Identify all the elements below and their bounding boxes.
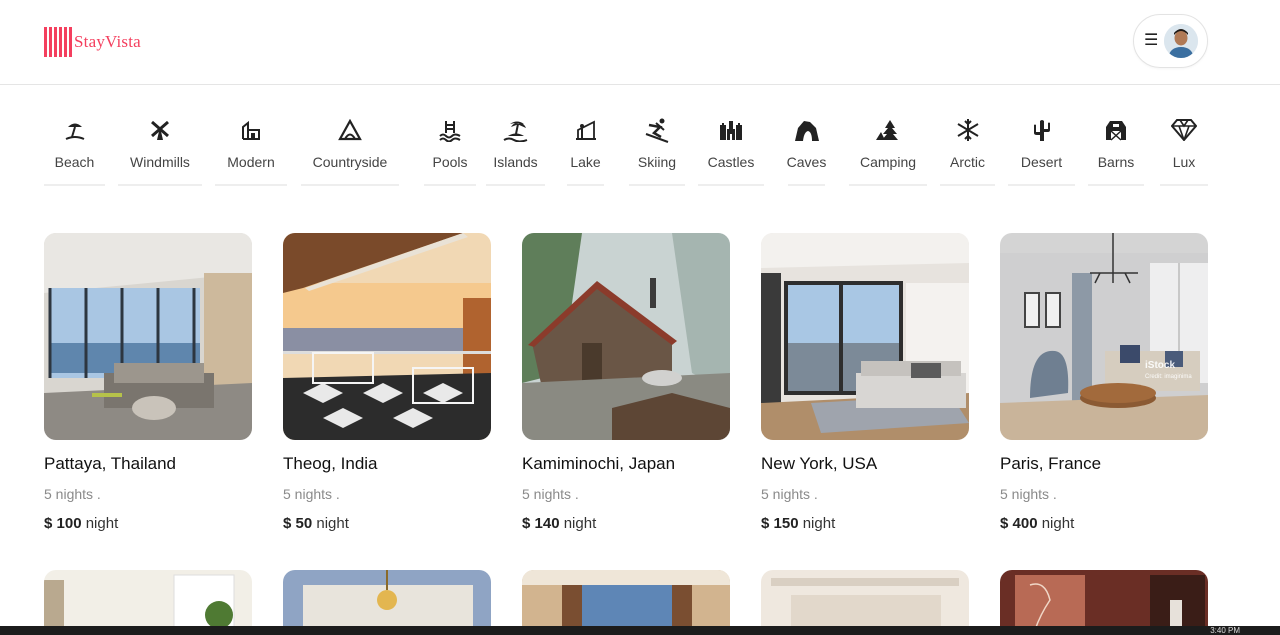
price-amount: $ 400 bbox=[1000, 515, 1038, 532]
listing-card[interactable]: iStock Credit: imaginima Paris, France 5… bbox=[1000, 233, 1208, 532]
listing-location: Pattaya, Thailand bbox=[44, 454, 176, 473]
lake-icon bbox=[574, 116, 598, 144]
listing-card[interactable]: Kamiminochi, Japan 5 nights . $ 140 nigh… bbox=[522, 233, 730, 532]
user-avatar bbox=[1164, 24, 1198, 58]
listing-photo[interactable] bbox=[761, 570, 969, 630]
logo-mark bbox=[44, 27, 72, 57]
category-modern[interactable]: Modern bbox=[215, 116, 287, 186]
listing-photo[interactable] bbox=[522, 570, 730, 630]
category-camping[interactable]: Camping bbox=[849, 116, 927, 186]
category-label: Arctic bbox=[950, 154, 985, 170]
category-label: Modern bbox=[227, 154, 275, 170]
listing-price: $ 50 night bbox=[283, 515, 491, 532]
category-countryside[interactable]: Countryside bbox=[301, 116, 399, 186]
listing-nights: 5 nights . bbox=[1000, 486, 1057, 502]
category-lux[interactable]: Lux bbox=[1160, 116, 1208, 186]
watermark-title: iStock bbox=[1145, 360, 1176, 371]
taskbar-clock: 3:40 PM bbox=[1210, 626, 1240, 635]
category-windmills[interactable]: Windmills bbox=[118, 116, 202, 186]
listing-photo[interactable] bbox=[761, 233, 969, 440]
listing-photo[interactable]: iStock Credit: imaginima bbox=[1000, 233, 1208, 440]
category-label: Lake bbox=[570, 154, 601, 170]
cave-icon bbox=[794, 116, 820, 144]
category-label: Countryside bbox=[312, 154, 388, 170]
price-amount: $ 100 bbox=[44, 515, 82, 532]
category-caves[interactable]: Caves bbox=[786, 116, 827, 186]
category-islands[interactable]: Islands bbox=[486, 116, 545, 186]
istock-watermark: iStock Credit: imaginima bbox=[1145, 361, 1192, 382]
logo-text: StayVista bbox=[74, 32, 141, 51]
listing-photo[interactable] bbox=[283, 233, 491, 440]
listing-photo[interactable] bbox=[1000, 570, 1208, 630]
os-taskbar: 3:40 PM bbox=[0, 626, 1280, 635]
castle-icon bbox=[718, 116, 744, 144]
snowflake-icon bbox=[956, 116, 980, 144]
category-desert[interactable]: Desert bbox=[1008, 116, 1075, 186]
hamburger-icon: ☰ bbox=[1144, 32, 1159, 49]
skiing-icon bbox=[644, 116, 670, 144]
listing-nights: 5 nights . bbox=[761, 486, 818, 502]
listing-location: Paris, France bbox=[1000, 454, 1102, 473]
island-icon bbox=[502, 116, 529, 144]
category-pools[interactable]: Pools bbox=[424, 116, 476, 186]
listing-photo[interactable] bbox=[283, 570, 491, 630]
listing-location: New York, USA bbox=[761, 454, 878, 473]
price-unit: night bbox=[1041, 515, 1075, 532]
cactus-icon bbox=[1031, 116, 1053, 144]
category-label: Castles bbox=[707, 154, 755, 170]
top-header: StayVista ☰ bbox=[0, 0, 1280, 85]
listing-price: $ 140 night bbox=[522, 515, 730, 532]
listing-card[interactable]: Theog, India 5 nights . $ 50 night bbox=[283, 233, 491, 532]
listing-card[interactable]: New York, USA 5 nights . $ 150 night bbox=[761, 233, 969, 532]
listing-photo[interactable] bbox=[44, 570, 252, 630]
pool-icon bbox=[438, 116, 462, 144]
listing-price: $ 400 night bbox=[1000, 515, 1208, 532]
category-label: Barns bbox=[1097, 154, 1135, 170]
stayvista-logo[interactable]: StayVista bbox=[44, 27, 141, 57]
listing-card[interactable]: Pattaya, Thailand 5 nights . $ 100 night bbox=[44, 233, 252, 532]
modern-house-icon bbox=[240, 116, 262, 144]
listing-photo[interactable] bbox=[44, 233, 252, 440]
price-unit: night bbox=[85, 515, 119, 532]
price-amount: $ 150 bbox=[761, 515, 799, 532]
category-castles[interactable]: Castles bbox=[698, 116, 764, 186]
category-bar: Beach Windmills Modern Countryside Pools… bbox=[44, 116, 1214, 186]
category-label: Skiing bbox=[637, 154, 677, 170]
price-unit: night bbox=[563, 515, 597, 532]
listing-location: Kamiminochi, Japan bbox=[522, 454, 676, 473]
listing-nights: 5 nights . bbox=[522, 486, 579, 502]
category-label: Windmills bbox=[130, 154, 190, 170]
category-label: Desert bbox=[1020, 154, 1063, 170]
listing-nights: 5 nights . bbox=[283, 486, 340, 502]
listing-nights: 5 nights . bbox=[44, 486, 101, 502]
countryside-icon bbox=[338, 116, 362, 144]
category-label: Islands bbox=[493, 154, 538, 170]
category-arctic[interactable]: Arctic bbox=[940, 116, 995, 186]
category-label: Camping bbox=[859, 154, 917, 170]
user-menu-button[interactable]: ☰ bbox=[1133, 14, 1208, 68]
listing-price: $ 150 night bbox=[761, 515, 969, 532]
listing-photo[interactable] bbox=[522, 233, 730, 440]
category-lake[interactable]: Lake bbox=[567, 116, 604, 186]
price-amount: $ 140 bbox=[522, 515, 560, 532]
watermark-credit: Credit: imaginima bbox=[1145, 374, 1192, 380]
category-label: Lux bbox=[1172, 154, 1196, 170]
category-barns[interactable]: Barns bbox=[1088, 116, 1144, 186]
category-label: Caves bbox=[786, 154, 827, 170]
category-label: Pools bbox=[432, 154, 468, 170]
category-label: Beach bbox=[54, 154, 95, 170]
listing-price: $ 100 night bbox=[44, 515, 252, 532]
price-unit: night bbox=[316, 515, 349, 532]
beach-icon bbox=[63, 116, 87, 144]
listing-location: Theog, India bbox=[283, 454, 378, 473]
barn-icon bbox=[1104, 116, 1128, 144]
price-unit: night bbox=[802, 515, 836, 532]
diamond-icon bbox=[1171, 116, 1197, 144]
windmill-icon bbox=[148, 116, 172, 144]
category-skiing[interactable]: Skiing bbox=[629, 116, 685, 186]
camping-icon bbox=[875, 116, 901, 144]
price-amount: $ 50 bbox=[283, 515, 313, 532]
category-beach[interactable]: Beach bbox=[44, 116, 105, 186]
